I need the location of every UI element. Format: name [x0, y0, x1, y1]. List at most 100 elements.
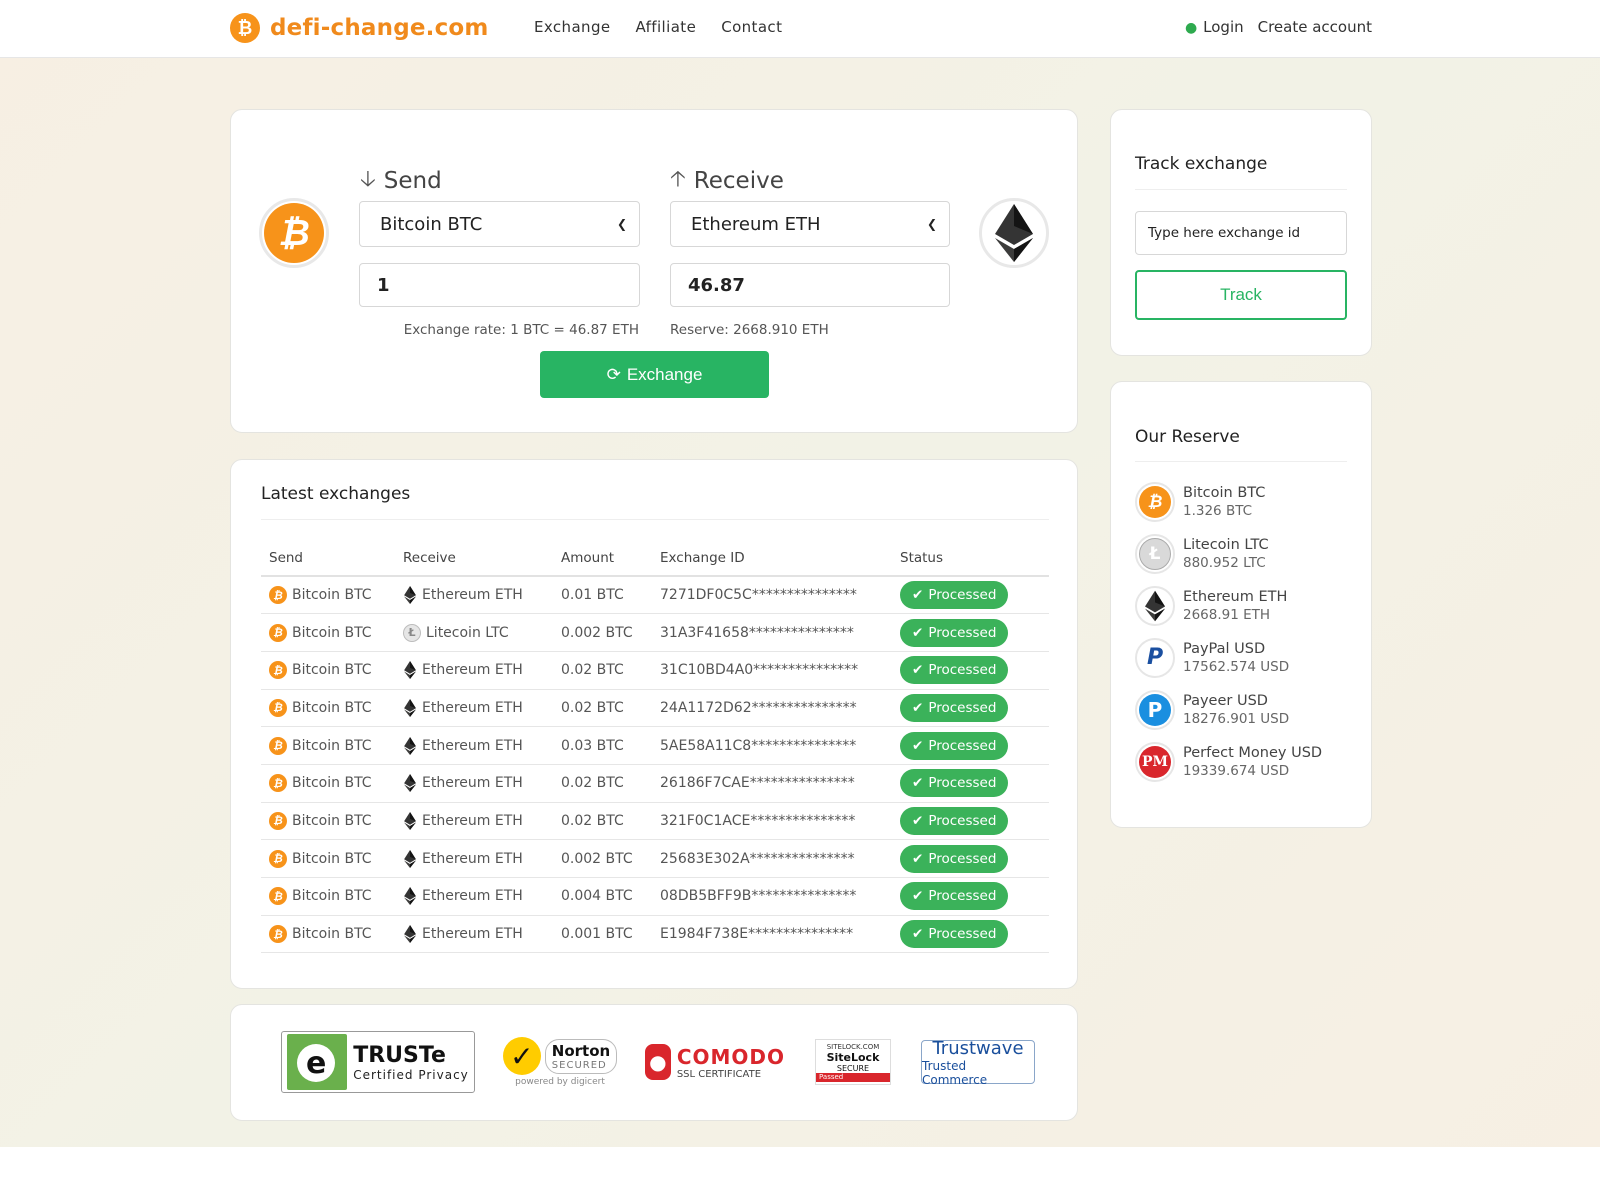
status-label: Processed — [928, 926, 997, 943]
send-currency: Bitcoin BTC — [292, 926, 372, 943]
bitcoin-icon: ₿ — [269, 774, 287, 793]
cell-exchange-id: 08DB5BFF9B*************** — [652, 877, 892, 916]
table-row: ₿ Bitcoin BTC Ł Litecoin LTC 0.002 BTC 31A3F4… — [261, 613, 1049, 652]
status-badge: ✔ Processed — [900, 920, 1009, 949]
check-icon: ✔ — [912, 587, 924, 604]
table-row: ₿ Bitcoin BTC Ethereum ETH 0.02 BTC 24A1172D… — [261, 689, 1049, 728]
bitcoin-icon: ₿ — [269, 586, 287, 605]
cell-status: ✔ Processed — [892, 802, 1049, 841]
receive-currency-select[interactable]: Ethereum ETH ❮ — [670, 201, 950, 247]
bitcoin-icon: ₿ — [264, 203, 324, 263]
table-row: ₿ Bitcoin BTC Ethereum ETH 0.02 BTC 26186F7C… — [261, 764, 1049, 803]
user-icon: ● — [1184, 20, 1198, 36]
col-amount: Amount — [553, 540, 652, 577]
send-currency: Bitcoin BTC — [292, 775, 372, 792]
send-amount-input[interactable]: 1 — [359, 263, 640, 307]
our-reserve-title: Our Reserve — [1135, 427, 1240, 447]
status-label: Processed — [928, 662, 997, 679]
check-icon: ✔ — [912, 850, 924, 867]
cell-receive: Ethereum ETH — [395, 726, 553, 765]
cell-amount: 0.02 BTC — [553, 802, 652, 841]
cell-send: ₿ Bitcoin BTC — [261, 726, 395, 765]
sitelock-subtitle: SECURE — [836, 1063, 870, 1073]
bitcoin-icon: ₿ — [1139, 485, 1171, 518]
cell-receive: Ethereum ETH — [395, 689, 553, 728]
ethereum-icon — [403, 586, 417, 605]
receive-coin-ethereum-icon — [979, 198, 1049, 268]
table-row: ₿ Bitcoin BTC Ethereum ETH 0.01 BTC 7271DF0C… — [261, 576, 1049, 615]
bitcoin-icon: ₿ — [269, 887, 287, 906]
check-icon: ✔ — [912, 737, 924, 754]
table-row: ₿ Bitcoin BTC Ethereum ETH 0.001 BTC E1984F7… — [261, 915, 1049, 954]
send-currency: Bitcoin BTC — [292, 737, 372, 754]
exchange-button-label: Exchange — [626, 364, 703, 384]
cell-send: ₿ Bitcoin BTC — [261, 915, 395, 954]
status-badge: ✔ Processed — [900, 581, 1009, 610]
truste-badge[interactable]: e TRUSTe Certified Privacy — [281, 1031, 475, 1093]
comodo-subtitle: SSL CERTIFICATE — [676, 1068, 762, 1080]
trustwave-title: Trustwave — [932, 1037, 1024, 1059]
receive-currency: Ethereum ETH — [422, 662, 523, 679]
receive-currency: Ethereum ETH — [422, 587, 523, 604]
litecoin-icon: Ł — [1139, 537, 1171, 570]
cell-receive: Ethereum ETH — [395, 764, 553, 803]
receive-label-text: Receive — [693, 168, 784, 194]
cell-send: ₿ Bitcoin BTC — [261, 802, 395, 841]
reserve-currency-amount: 1.326 BTC — [1183, 502, 1253, 519]
cell-amount: 0.03 BTC — [553, 726, 652, 765]
bitcoin-logo-icon: ₿ — [230, 13, 260, 43]
check-icon: ✔ — [912, 662, 924, 679]
truste-logo-icon: e — [287, 1034, 348, 1090]
cell-receive: Ethereum ETH — [395, 877, 553, 916]
cell-amount: 0.001 BTC — [553, 915, 652, 954]
exchange-id-input[interactable]: Type here exchange id — [1135, 211, 1347, 255]
status-label: Processed — [928, 587, 997, 604]
login-link[interactable]: ● Login — [1185, 18, 1244, 36]
reserve-item: ₿ Bitcoin BTC 1.326 BTC — [1135, 481, 1322, 522]
send-label-text: Send — [383, 168, 442, 194]
table-row: ₿ Bitcoin BTC Ethereum ETH 0.02 BTC 31C10BD4… — [261, 651, 1049, 690]
reserve-currency-name: Perfect Money USD — [1183, 744, 1323, 761]
bitcoin-icon: ₿ — [269, 698, 287, 717]
bitcoin-icon: ₿ — [269, 811, 287, 830]
track-button[interactable]: Track — [1135, 270, 1347, 320]
send-currency: Bitcoin BTC — [292, 587, 372, 604]
send-currency-select[interactable]: Bitcoin BTC ❮ — [359, 201, 640, 247]
our-reserve-card: Our Reserve ₿ Bitcoin BTC 1.326 BTC Ł Liteco… — [1110, 381, 1372, 828]
send-currency-value: Bitcoin BTC — [380, 213, 483, 235]
reserve-currency-icon — [1135, 585, 1175, 626]
cell-status: ✔ Processed — [892, 877, 1049, 916]
receive-amount-input[interactable]: 46.87 — [670, 263, 950, 307]
check-icon: ✔ — [912, 699, 924, 716]
exchange-button[interactable]: ⟳ Exchange — [540, 351, 769, 398]
send-currency: Bitcoin BTC — [292, 624, 372, 641]
status-badge: ✔ Processed — [900, 656, 1009, 685]
ethereum-icon — [403, 925, 417, 944]
reserve-item: P PayPal USD 17562.574 USD — [1135, 637, 1322, 678]
norton-subtitle: SECURED — [551, 1059, 607, 1071]
nav-exchange[interactable]: Exchange — [534, 18, 611, 36]
paypal-icon: P — [1139, 641, 1171, 674]
brand[interactable]: ₿ defi-change.com — [230, 13, 489, 43]
bitcoin-icon: ₿ — [269, 849, 287, 868]
nav-contact[interactable]: Contact — [721, 18, 782, 36]
cell-status: ✔ Processed — [892, 726, 1049, 765]
cell-receive: Ethereum ETH — [395, 651, 553, 690]
create-account-link[interactable]: Create account — [1258, 18, 1372, 36]
arrow-down-icon: 🡣 — [360, 167, 376, 192]
sitelock-title: SiteLock — [826, 1050, 880, 1064]
reserve-item: P Payeer USD 18276.901 USD — [1135, 689, 1322, 730]
send-currency: Bitcoin BTC — [292, 850, 372, 867]
norton-badge[interactable]: ✓ Norton SECURED powered by digicert — [502, 1037, 618, 1087]
trustwave-badge[interactable]: Trustwave Trusted Commerce — [921, 1037, 1035, 1087]
sitelock-badge[interactable]: SITELOCK.COM SiteLock SECURE Passed — [815, 1039, 891, 1085]
comodo-badge[interactable]: ● COMODO SSL CERTIFICATE — [645, 1044, 785, 1080]
reserve-currency-name: Ethereum ETH — [1183, 588, 1288, 605]
receive-reserve: Reserve: 2668.910 ETH — [670, 322, 829, 338]
reserve-currency-icon: P — [1135, 689, 1175, 730]
cell-status: ✔ Processed — [892, 764, 1049, 803]
cell-send: ₿ Bitcoin BTC — [261, 613, 395, 652]
send-currency: Bitcoin BTC — [292, 812, 372, 829]
nav-affiliate[interactable]: Affiliate — [636, 18, 697, 36]
norton-powered-by: powered by digicert — [515, 1077, 605, 1087]
